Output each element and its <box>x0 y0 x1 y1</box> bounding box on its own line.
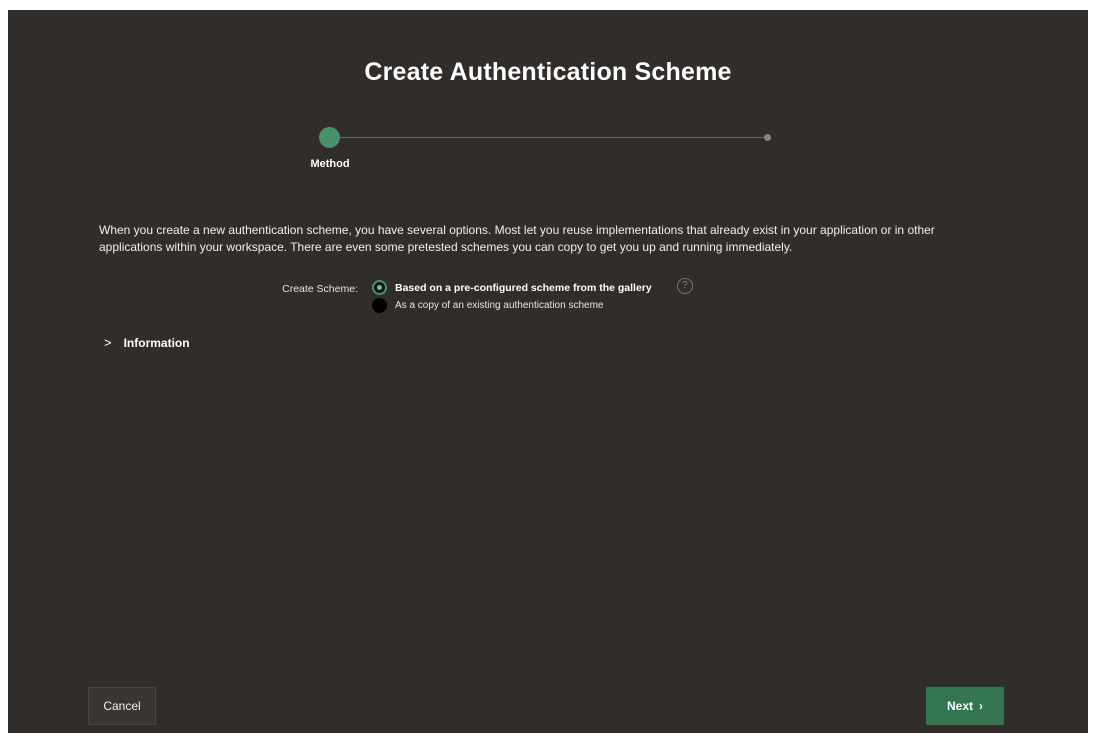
option-gallery-label[interactable]: Based on a pre-configured scheme from th… <box>395 282 652 294</box>
wizard-dialog: Create Authentication Scheme Method When… <box>8 10 1088 733</box>
radio-selected-dot <box>377 285 382 290</box>
wizard-progress-train: Method <box>8 10 1088 733</box>
radio-copy-existing-scheme[interactable] <box>372 298 387 313</box>
intro-text: When you create a new authentication sch… <box>99 223 935 254</box>
dialog-footer: Cancel Next › <box>8 672 1088 733</box>
step-method-label: Method <box>310 158 350 170</box>
radio-gallery-scheme[interactable] <box>372 280 387 295</box>
information-region-toggle[interactable]: > Information <box>104 335 190 350</box>
option-copy-label[interactable]: As a copy of an existing authentication … <box>395 300 603 311</box>
information-label: Information <box>123 335 190 350</box>
step-method-marker <box>319 127 340 148</box>
cancel-button[interactable]: Cancel <box>88 687 156 725</box>
step-final-marker <box>764 134 771 141</box>
create-scheme-label: Create Scheme: <box>282 283 358 295</box>
help-icon[interactable]: ? <box>677 278 693 294</box>
next-button[interactable]: Next › <box>926 687 1004 725</box>
chevron-right-icon: › <box>979 699 983 713</box>
progress-line <box>332 137 766 138</box>
next-button-label: Next <box>946 699 973 713</box>
chevron-right-icon: > <box>104 335 112 350</box>
